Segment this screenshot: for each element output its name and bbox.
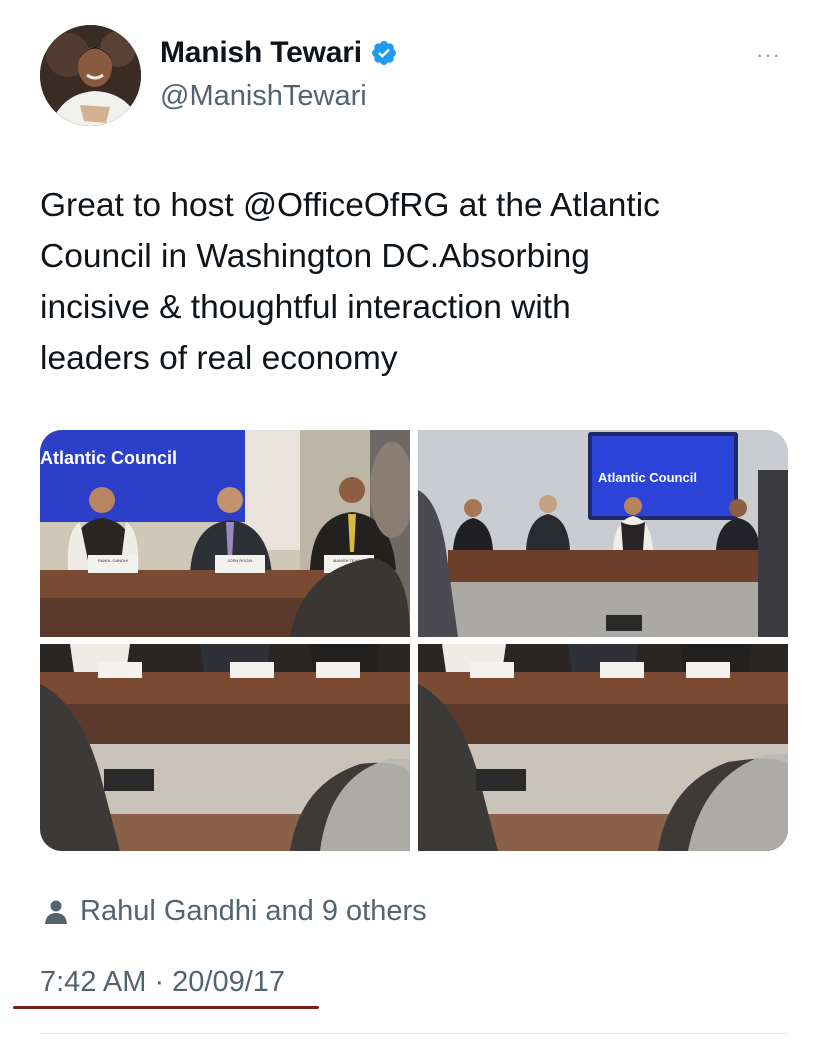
media-photo-2[interactable]: Atlantic Council [418,430,788,637]
tweet-text-line: Council in Washington DC.Absorbing [40,238,590,275]
author-handle[interactable]: @ManishTewari [160,80,367,113]
media-photo-3[interactable] [40,644,410,851]
author-avatar[interactable] [40,25,141,126]
tweet-text-line: leaders of real economy [40,340,398,377]
name-card: MANISH TEWARI [332,558,365,563]
author-name-row[interactable]: Manish Tewari [160,36,398,70]
person-icon [45,900,67,924]
name-card: JOSH ROGIN [227,558,253,563]
media-photo-4[interactable] [418,644,788,851]
tweet-timestamp[interactable]: 7:42 AM · 20/09/17 [40,966,285,999]
liked-by-text[interactable]: Rahul Gandhi and 9 others [80,895,427,928]
more-options-icon[interactable]: ··· [756,42,781,68]
liked-by-row[interactable]: Rahul Gandhi and 9 others [44,895,427,928]
tweet-text-line: incisive & thoughtful interaction with [40,289,571,326]
author-display-name[interactable]: Manish Tewari [160,36,362,70]
divider [40,1033,788,1034]
tweet-text-line: Great to host @OfficeOfRG at the Atlanti… [40,187,660,224]
tweet-text: Great to host @OfficeOfRG at the Atlanti… [40,180,790,384]
verified-badge-icon [371,41,396,65]
name-card: RAHUL GANDHI [97,558,129,563]
media-photo-1[interactable]: Atlantic Council RAHUL GANDHI JOSH ROGIN… [40,430,410,637]
media-grid: Atlantic Council RAHUL GANDHI JOSH ROGIN… [40,430,788,851]
timestamp-underline-annotation [13,1006,319,1009]
screen-label: Atlantic Council [598,470,697,485]
screen-label: Atlantic Council [40,448,178,468]
